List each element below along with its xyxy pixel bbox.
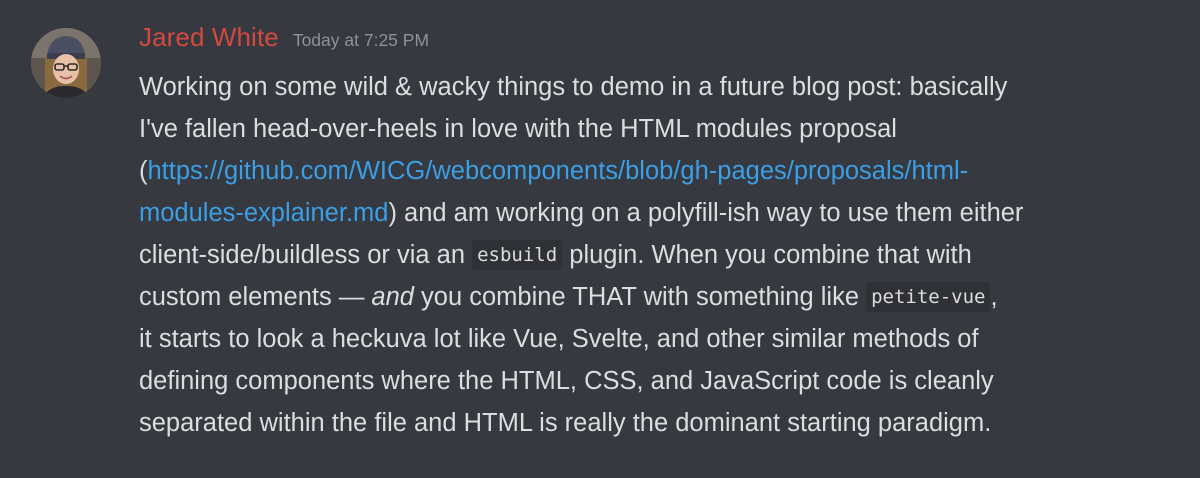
message-line: I've fallen head-over-heels in love with… bbox=[139, 108, 1179, 150]
message-text: ( bbox=[139, 157, 148, 185]
message-text: custom elements — bbox=[139, 283, 372, 311]
message-text: , bbox=[990, 283, 998, 311]
chat-message: Jared White Today at 7:25 PM Working on … bbox=[0, 0, 1200, 478]
message-body: Working on some wild & wacky things to d… bbox=[139, 66, 1179, 444]
message-line: client-side/buildless or via an esbuild … bbox=[139, 234, 1179, 276]
message-line: it starts to look a heckuva lot like Vue… bbox=[139, 318, 1179, 360]
message-text: plugin. When you combine that with bbox=[562, 241, 972, 269]
message-text: separated within the file and HTML is re… bbox=[139, 409, 992, 437]
message-line: defining components where the HTML, CSS,… bbox=[139, 360, 1179, 402]
message-text: it starts to look a heckuva lot like Vue… bbox=[139, 325, 979, 353]
message-text: you combine THAT with something like bbox=[413, 283, 867, 311]
message-line: Working on some wild & wacky things to d… bbox=[139, 66, 1179, 108]
inline-code: esbuild bbox=[472, 240, 563, 270]
message-text: defining components where the HTML, CSS,… bbox=[139, 367, 994, 395]
message-line: separated within the file and HTML is re… bbox=[139, 402, 1179, 444]
timestamp[interactable]: Today at 7:25 PM bbox=[293, 30, 429, 51]
user-avatar-icon bbox=[31, 28, 101, 98]
message-text: Working on some wild & wacky things to d… bbox=[139, 73, 1008, 101]
avatar[interactable] bbox=[31, 28, 101, 98]
message-link[interactable]: modules-explainer.md bbox=[139, 199, 388, 227]
message-link[interactable]: https://github.com/WICG/webcomponents/bl… bbox=[148, 157, 969, 185]
message-header: Jared White Today at 7:25 PM bbox=[139, 22, 1179, 62]
emphasis-text: and bbox=[371, 283, 414, 311]
message-line: modules-explainer.md) and am working on … bbox=[139, 192, 1179, 234]
message-text: I've fallen head-over-heels in love with… bbox=[139, 115, 897, 143]
message-line: custom elements — and you combine THAT w… bbox=[139, 276, 1179, 318]
message-content: Jared White Today at 7:25 PM Working on … bbox=[139, 22, 1179, 444]
message-text: client-side/buildless or via an bbox=[139, 241, 473, 269]
inline-code: petite-vue bbox=[866, 282, 991, 312]
username[interactable]: Jared White bbox=[139, 22, 279, 53]
message-text: ) and am working on a polyfill-ish way t… bbox=[388, 199, 1024, 227]
message-line: (https://github.com/WICG/webcomponents/b… bbox=[139, 150, 1179, 192]
